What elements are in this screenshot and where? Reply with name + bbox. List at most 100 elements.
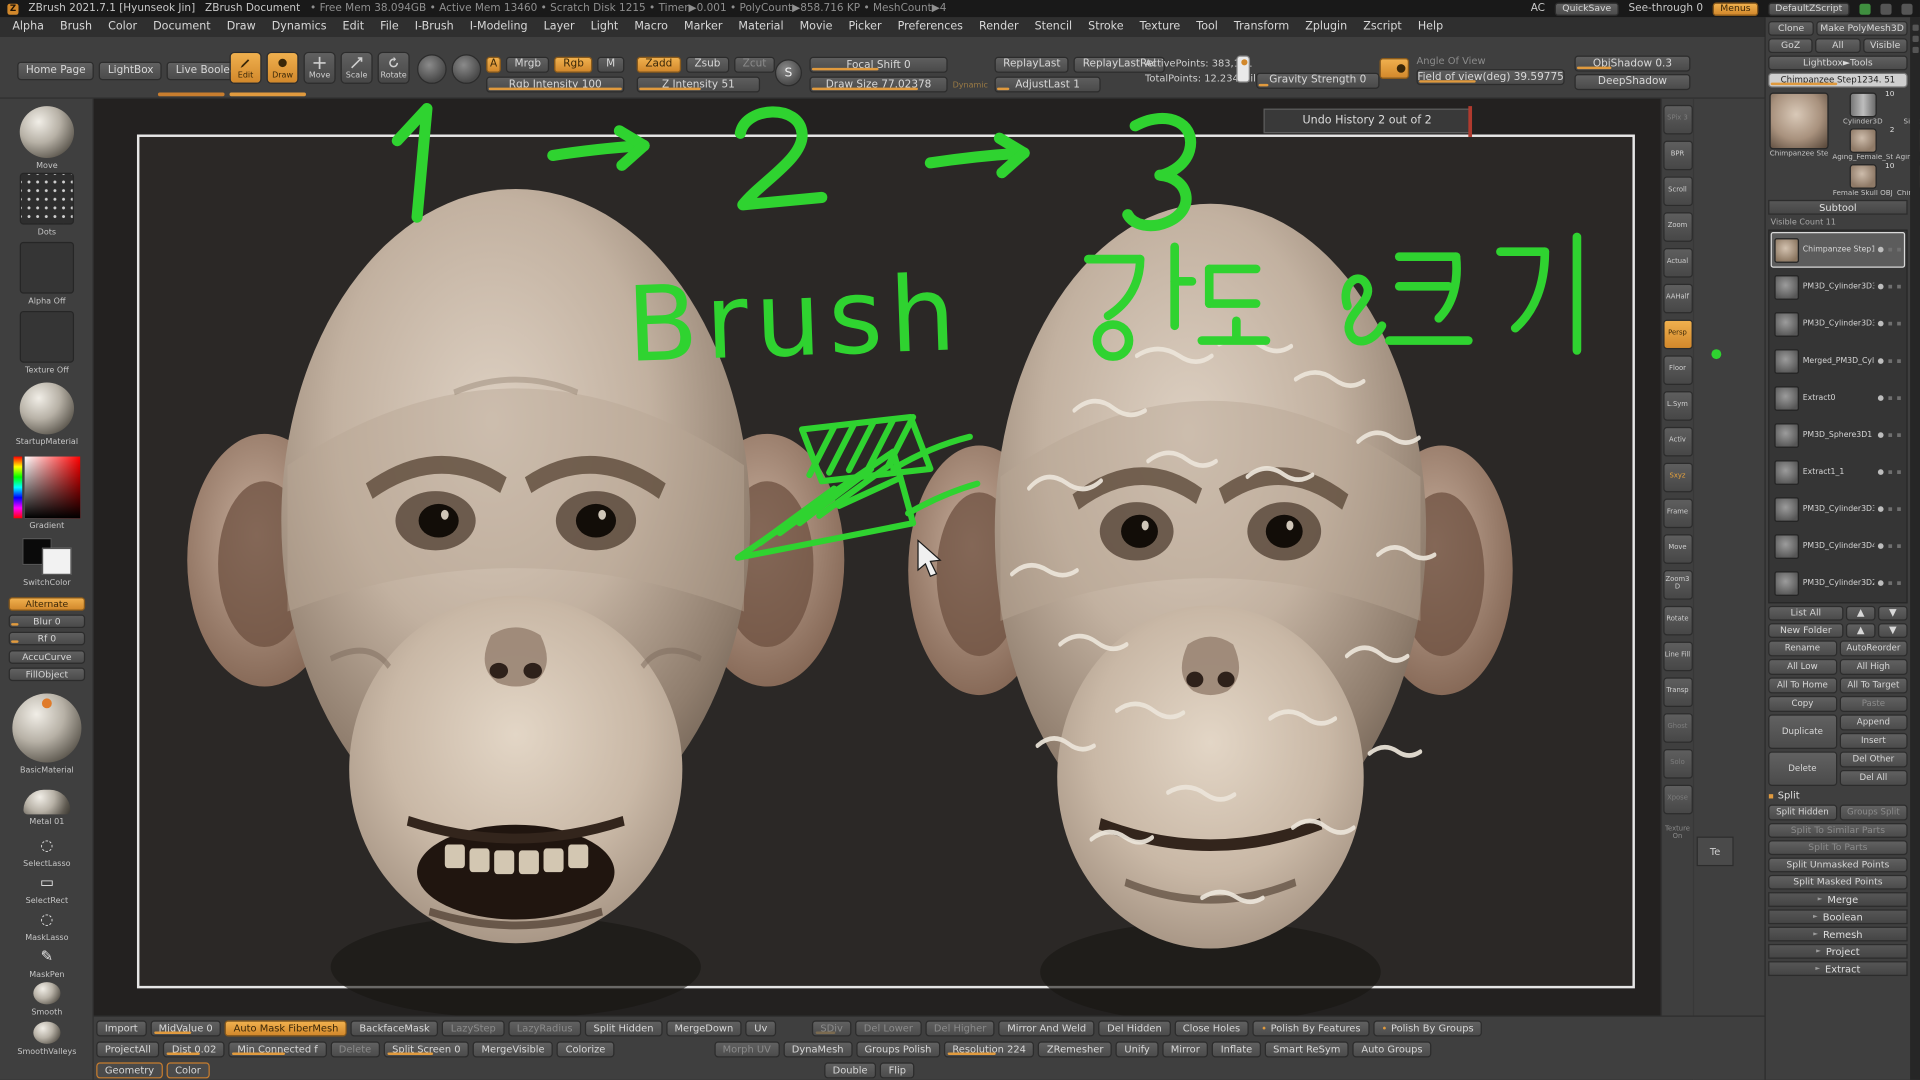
paint-icon[interactable]: ▪ [1888,579,1893,588]
paint-icon[interactable]: ▪ [1888,320,1893,329]
menu-item[interactable]: Light [591,21,619,33]
delete-button[interactable]: Delete [1768,751,1836,786]
active-tool-slider[interactable]: Chimpanzee Step1234. 51 [1768,73,1907,88]
zadd-button[interactable]: Zadd [637,57,681,73]
folder-icon[interactable]: ▪ [1896,542,1901,551]
folder-icon[interactable]: ▪ [1896,246,1901,255]
insert-button[interactable]: Insert [1839,733,1907,749]
menu-item[interactable]: Help [1418,21,1443,33]
shelf-button[interactable]: Floor [1663,355,1693,385]
bottom-button[interactable]: Colorize [557,1041,614,1057]
menu-item[interactable]: I-Brush [415,21,454,33]
zcut-button[interactable]: Zcut [734,57,775,73]
bottom-button[interactable]: LazyRadius [508,1020,581,1036]
collapsed-section-header[interactable]: Project [1768,944,1907,959]
bottom-button[interactable]: Dist 0.02 [163,1041,225,1057]
groups-split-button[interactable]: Groups Split [1839,805,1907,821]
menu-item[interactable]: Draw [227,21,256,33]
sculpt-viewport[interactable]: 1 2 3 [94,99,1661,1016]
texture-toggle-label[interactable]: Texture On [1662,825,1693,840]
paste-button[interactable]: Paste [1839,696,1907,712]
draw-button[interactable]: Draw [267,52,299,84]
shelf-button[interactable]: Actual [1663,248,1693,278]
undo-history-bar[interactable]: Undo History 2 out of 2 [1264,109,1471,134]
menu-item[interactable]: Brush [60,21,92,33]
zsub-button[interactable]: Zsub [686,57,729,73]
texture-thumbnail[interactable] [20,311,74,363]
mrgb-button[interactable]: Mrgb [506,57,550,73]
accucurve-button[interactable]: AccuCurve [9,650,86,664]
focal-shift-slider[interactable]: Focal Shift 0 [809,57,947,73]
bottom-button[interactable]: BackfaceMask [351,1020,439,1036]
menu-item[interactable]: Preferences [898,21,963,33]
menus-button[interactable]: Menus [1713,2,1758,16]
titlebar-window-icon[interactable] [1880,3,1891,14]
shelf-button[interactable]: BPR [1663,141,1693,171]
subtool-section-header[interactable]: Subtool [1768,200,1907,215]
bottom-button[interactable]: MergeDown [666,1020,742,1036]
collapsed-section-header[interactable]: Extract [1768,961,1907,976]
paint-icon[interactable]: ▪ [1888,283,1893,292]
draw-size-slider[interactable]: Draw Size 77.02378 [809,77,947,93]
menu-item[interactable]: Texture [1140,21,1181,33]
shelf-button[interactable]: Line Fill [1663,642,1693,672]
menu-item[interactable]: Transform [1234,21,1289,33]
folder-icon[interactable]: ▪ [1896,283,1901,292]
fill-object-button[interactable]: FillObject [9,668,86,682]
mask-pen-icon[interactable]: ✎ [31,945,63,967]
bottom-button[interactable]: Split Screen 0 [384,1041,470,1057]
visibility-eye-icon[interactable]: ● [1877,431,1883,440]
folder-icon[interactable]: ▪ [1896,357,1901,366]
metal-material-thumbnail[interactable] [23,790,70,815]
paint-icon[interactable]: ▪ [1888,468,1893,477]
paint-icon[interactable]: ▪ [1888,542,1893,551]
append-button[interactable]: Append [1839,714,1907,730]
new-folder-button[interactable]: New Folder [1768,623,1843,638]
goz-all-button[interactable]: All [1815,38,1860,53]
bottom-button[interactable]: Geometry [96,1062,162,1078]
menu-item[interactable]: Material [738,21,783,33]
shelf-button[interactable]: Persp [1663,320,1693,350]
move-button[interactable]: Move [304,52,336,84]
bottom-button[interactable]: Unify [1116,1041,1159,1057]
duplicate-button[interactable]: Duplicate [1768,714,1836,749]
collapsed-section-header[interactable]: Merge [1768,892,1907,907]
bottom-button[interactable]: Mirror [1162,1041,1208,1057]
menu-item[interactable]: Color [108,21,137,33]
bottom-button[interactable]: ProjectAll [96,1041,159,1057]
bottom-button[interactable]: ZRemesher [1038,1041,1112,1057]
smooth-valleys-icon[interactable] [33,1022,60,1044]
collapsed-section-header[interactable]: Remesh [1768,927,1907,942]
rotate-button[interactable]: Rotate [378,52,410,84]
split-to-parts-button[interactable]: Split To Parts [1768,840,1907,855]
adjust-last-slider[interactable]: AdjustLast 1 [995,77,1101,93]
tool-cell[interactable]: 2 Aging_Female_St [1832,128,1893,161]
bottom-button[interactable]: Close Holes [1174,1020,1249,1036]
split-hidden-button[interactable]: Split Hidden [1768,805,1836,821]
list-all-button[interactable]: List All [1768,606,1843,621]
bottom-button[interactable]: Inflate [1212,1041,1261,1057]
stroke-type-thumbnail[interactable] [20,173,74,225]
bottom-button[interactable]: Morph UV [714,1041,780,1057]
split-unmasked-button[interactable]: Split Unmasked Points [1768,858,1907,873]
camera-icon[interactable] [1380,58,1410,79]
subtool-row[interactable]: PM3D_Cylinder3D2 ● ▪ ▪ [1771,565,1905,601]
tool-thumbnail[interactable] [1849,164,1876,189]
tool-thumbnail[interactable] [1849,128,1876,153]
shelf-button[interactable]: Scroll [1663,176,1693,206]
all-low-button[interactable]: All Low [1768,659,1836,675]
shelf-button[interactable]: Xpose [1663,785,1693,815]
all-to-home-button[interactable]: All To Home [1768,677,1836,693]
select-rect-icon[interactable]: ▭ [31,871,63,893]
bottom-button[interactable]: Del Higher [925,1020,995,1036]
saturation-square[interactable] [25,457,81,519]
paint-icon[interactable]: ▪ [1888,394,1893,403]
rgb-intensity-slider[interactable]: Rgb Intensity 100 [486,77,624,93]
collapsed-section-header[interactable]: Boolean [1768,909,1907,924]
bottom-button[interactable]: Import [96,1020,146,1036]
menu-item[interactable]: Marker [684,21,722,33]
paint-icon[interactable]: ▪ [1888,246,1893,255]
paint-icon[interactable]: ▪ [1888,431,1893,440]
shelf-button[interactable]: SPix 3 [1663,105,1693,135]
menu-item[interactable]: Document [153,21,211,33]
